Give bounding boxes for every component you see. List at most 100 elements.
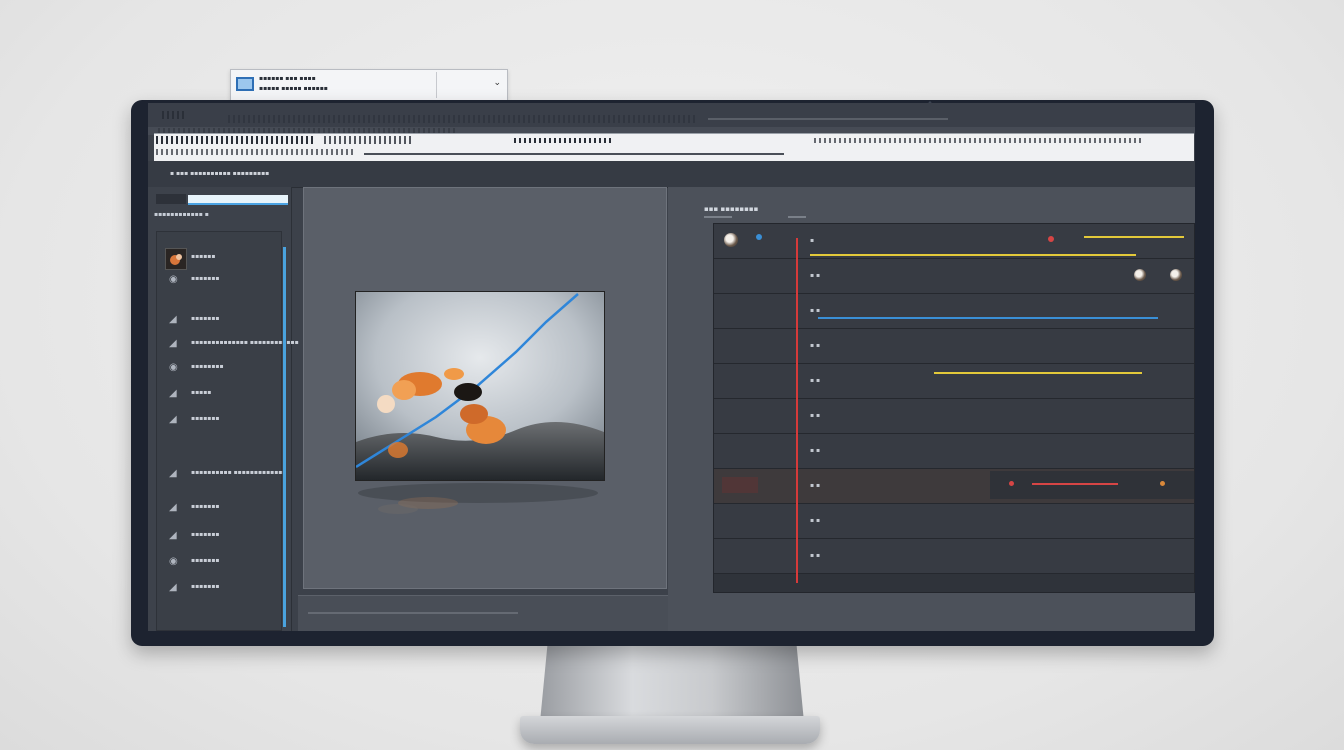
timeline-title: ▪▪▪ ▪▪▪▪▪▪▪▪ bbox=[704, 205, 759, 213]
track-label: ▪ ▪ bbox=[810, 307, 821, 314]
track-label: ▪ ▪ bbox=[810, 482, 821, 489]
timeline-tab-underline bbox=[788, 216, 806, 218]
toolbar-group-2[interactable] bbox=[324, 136, 414, 144]
list-item-label: ▪▪▪▪▪▪▪ bbox=[191, 315, 220, 322]
keyframe-marker[interactable] bbox=[1160, 481, 1165, 486]
track-row[interactable]: ▪ ▪ bbox=[714, 399, 1194, 434]
media-thumbnail bbox=[165, 248, 187, 270]
clip-icon: ◢ bbox=[169, 314, 177, 325]
keyframe-marker[interactable] bbox=[1048, 236, 1054, 242]
track-row[interactable]: ▪ ▪ bbox=[714, 294, 1194, 329]
track-header-color bbox=[722, 477, 758, 493]
app-window: ▪ ▪▪▪ ▪▪▪▪▪▪▪▪▪▪ ▪▪▪▪▪▪▪▪▪ ▪▪▪▪▪▪▪▪▪▪▪▪ … bbox=[148, 103, 1195, 631]
search-input[interactable] bbox=[188, 195, 288, 205]
panel-scrollbar[interactable] bbox=[283, 247, 286, 627]
monitor-stand-neck bbox=[540, 640, 804, 722]
track-clip[interactable] bbox=[810, 254, 1136, 256]
scrubber-track[interactable] bbox=[308, 612, 518, 614]
main-toolbar bbox=[154, 133, 1194, 162]
clip-icon: ◢ bbox=[169, 468, 177, 479]
floating-dialog[interactable]: ▪▪▪▪▪▪ ▪▪▪ ▪▪▪▪ ▪▪▪▪▪ ▪▪▪▪▪ ▪▪▪▪▪▪ ⌄ bbox=[230, 69, 508, 101]
clip-icon: ◉ bbox=[169, 274, 178, 285]
timeline-tracks[interactable]: ▪ ▪ ▪ ▪ ▪ ▪ ▪ ▪ ▪ ▪ ▪ ▪ ▪ ▪ ▪ ▪ ▪ ▪ ▪ bbox=[713, 223, 1195, 593]
preview-image bbox=[355, 291, 605, 481]
track-row[interactable]: ▪ ▪ bbox=[714, 469, 1194, 504]
clip-icon: ◢ bbox=[169, 414, 177, 425]
list-item[interactable]: ◉ ▪▪▪▪▪▪▪▪ bbox=[169, 360, 279, 376]
list-item-label: ▪▪▪▪▪▪▪ bbox=[191, 415, 220, 422]
project-label: ▪ ▪▪▪ ▪▪▪▪▪▪▪▪▪▪ ▪▪▪▪▪▪▪▪▪ bbox=[170, 170, 270, 177]
track-row[interactable]: ▪ ▪ bbox=[714, 539, 1194, 574]
timeline-playhead[interactable] bbox=[796, 238, 798, 583]
menu-bar bbox=[148, 103, 1195, 127]
track-clip[interactable] bbox=[818, 317, 1158, 319]
clip-icon: ◉ bbox=[169, 556, 178, 567]
preview-reflection bbox=[348, 479, 608, 525]
track-row[interactable]: ▪ ▪ bbox=[714, 259, 1194, 294]
window-controls[interactable] bbox=[162, 111, 186, 119]
track-row[interactable]: ▪ ▪ bbox=[714, 329, 1194, 364]
track-label: ▪ ▪ bbox=[810, 447, 821, 454]
track-label: ▪ ▪ bbox=[810, 272, 821, 279]
clip-icon: ◢ bbox=[169, 338, 177, 349]
list-item-label: ▪▪▪▪▪▪▪▪▪▪ ▪▪▪▪▪▪▪▪▪▪▪▪▪ bbox=[191, 469, 287, 476]
list-item-label: ▪▪▪▪▪▪▪ bbox=[191, 557, 220, 564]
track-clip[interactable] bbox=[1084, 236, 1184, 238]
dialog-divider bbox=[436, 72, 437, 98]
list-item[interactable]: ◢ ▪▪▪▪▪▪▪ bbox=[169, 580, 279, 596]
panel-tab[interactable] bbox=[156, 194, 186, 204]
list-item[interactable]: ◢ ▪▪▪▪▪▪▪ bbox=[169, 312, 279, 328]
clip-icon: ◢ bbox=[169, 582, 177, 593]
toolbar-group-4[interactable] bbox=[814, 138, 1144, 143]
list-item-label: ▪▪▪▪▪▪▪ bbox=[191, 531, 220, 538]
clip-icon: ◢ bbox=[169, 388, 177, 399]
list-item[interactable]: ◉ ▪▪▪▪▪▪▪ bbox=[169, 272, 279, 288]
viewer-controls bbox=[298, 595, 668, 631]
list-item[interactable]: ▪▪▪▪▪▪ bbox=[165, 248, 279, 270]
track-clip[interactable] bbox=[934, 372, 1142, 374]
track-label: ▪ ▪ bbox=[810, 517, 821, 524]
list-item-label: ▪▪▪▪▪▪▪▪ bbox=[191, 363, 224, 370]
clip-icon: ◉ bbox=[169, 362, 178, 373]
monitor-stand-base bbox=[520, 716, 820, 744]
toolbar-track bbox=[364, 153, 784, 155]
clip-icon: ◢ bbox=[169, 530, 177, 541]
menu-divider bbox=[708, 118, 948, 120]
list-item-label: ▪▪▪▪▪▪▪ bbox=[191, 503, 220, 510]
list-item[interactable]: ◢ ▪▪▪▪▪▪▪ bbox=[169, 500, 279, 516]
track-row[interactable]: ▪ ▪ bbox=[714, 504, 1194, 539]
toolbar-group-1[interactable] bbox=[156, 136, 316, 144]
track-label: ▪ ▪ bbox=[810, 552, 821, 559]
list-item-label: ▪▪▪▪▪▪▪ bbox=[191, 275, 220, 282]
dialog-line-2: ▪▪▪▪▪ ▪▪▪▪▪ ▪▪▪▪▪▪ bbox=[259, 85, 328, 92]
track-label: ▪ ▪ bbox=[810, 342, 821, 349]
list-item[interactable]: ◢ ▪▪▪▪▪ bbox=[169, 386, 279, 402]
avatar[interactable] bbox=[724, 233, 738, 247]
list-item[interactable]: ◉ ▪▪▪▪▪▪▪ bbox=[169, 554, 279, 570]
project-bar: ▪ ▪▪▪ ▪▪▪▪▪▪▪▪▪▪ ▪▪▪▪▪▪▪▪▪ bbox=[148, 161, 1195, 188]
list-item[interactable]: ◢ ▪▪▪▪▪▪▪ bbox=[169, 412, 279, 428]
clip-thumbnail[interactable] bbox=[1134, 269, 1146, 281]
toolbar-group-3[interactable] bbox=[514, 138, 614, 143]
list-item[interactable]: ◢ ▪▪▪▪▪▪▪ bbox=[169, 528, 279, 544]
track-label: ▪ bbox=[810, 237, 815, 244]
clip-thumbnail[interactable] bbox=[1170, 269, 1182, 281]
list-item-label: ▪▪▪▪▪ bbox=[191, 389, 212, 396]
clip-icon: ◢ bbox=[169, 502, 177, 513]
toolbar-group-5[interactable] bbox=[156, 149, 356, 155]
list-item[interactable]: ◢ ▪▪▪▪▪▪▪▪▪▪ ▪▪▪▪▪▪▪▪▪▪▪▪▪ bbox=[169, 466, 286, 482]
track-row[interactable]: ▪ ▪ bbox=[714, 434, 1194, 469]
track-label: ▪ ▪ bbox=[810, 377, 821, 384]
menu-items[interactable] bbox=[228, 115, 698, 123]
media-browser-panel: ▪▪▪▪▪▪▪▪▪▪▪▪ ▪ ▪▪▪▪▪▪ ◉ ▪▪▪▪▪▪▪ ◢ ▪▪▪▪▪▪… bbox=[148, 187, 299, 631]
track-row[interactable]: ▪ bbox=[714, 224, 1194, 259]
chevron-down-icon[interactable]: ⌄ bbox=[493, 78, 501, 88]
app-icon bbox=[236, 77, 254, 91]
media-list: ▪▪▪▪▪▪ ◉ ▪▪▪▪▪▪▪ ◢ ▪▪▪▪▪▪▪ ◢ ▪▪▪▪▪▪▪▪▪▪▪… bbox=[156, 231, 299, 631]
list-item[interactable]: ◢ ▪▪▪▪▪▪▪▪▪▪▪▪▪▪ ▪▪▪▪▪▪▪▪▪▪▪▪ bbox=[169, 336, 299, 352]
track-row[interactable]: ▪ ▪ bbox=[714, 364, 1194, 399]
keyframe-marker[interactable] bbox=[1009, 481, 1014, 486]
track-clip[interactable] bbox=[1032, 483, 1118, 485]
panel-tab-bar[interactable] bbox=[156, 193, 288, 205]
timeline-tab-underline bbox=[704, 216, 732, 218]
